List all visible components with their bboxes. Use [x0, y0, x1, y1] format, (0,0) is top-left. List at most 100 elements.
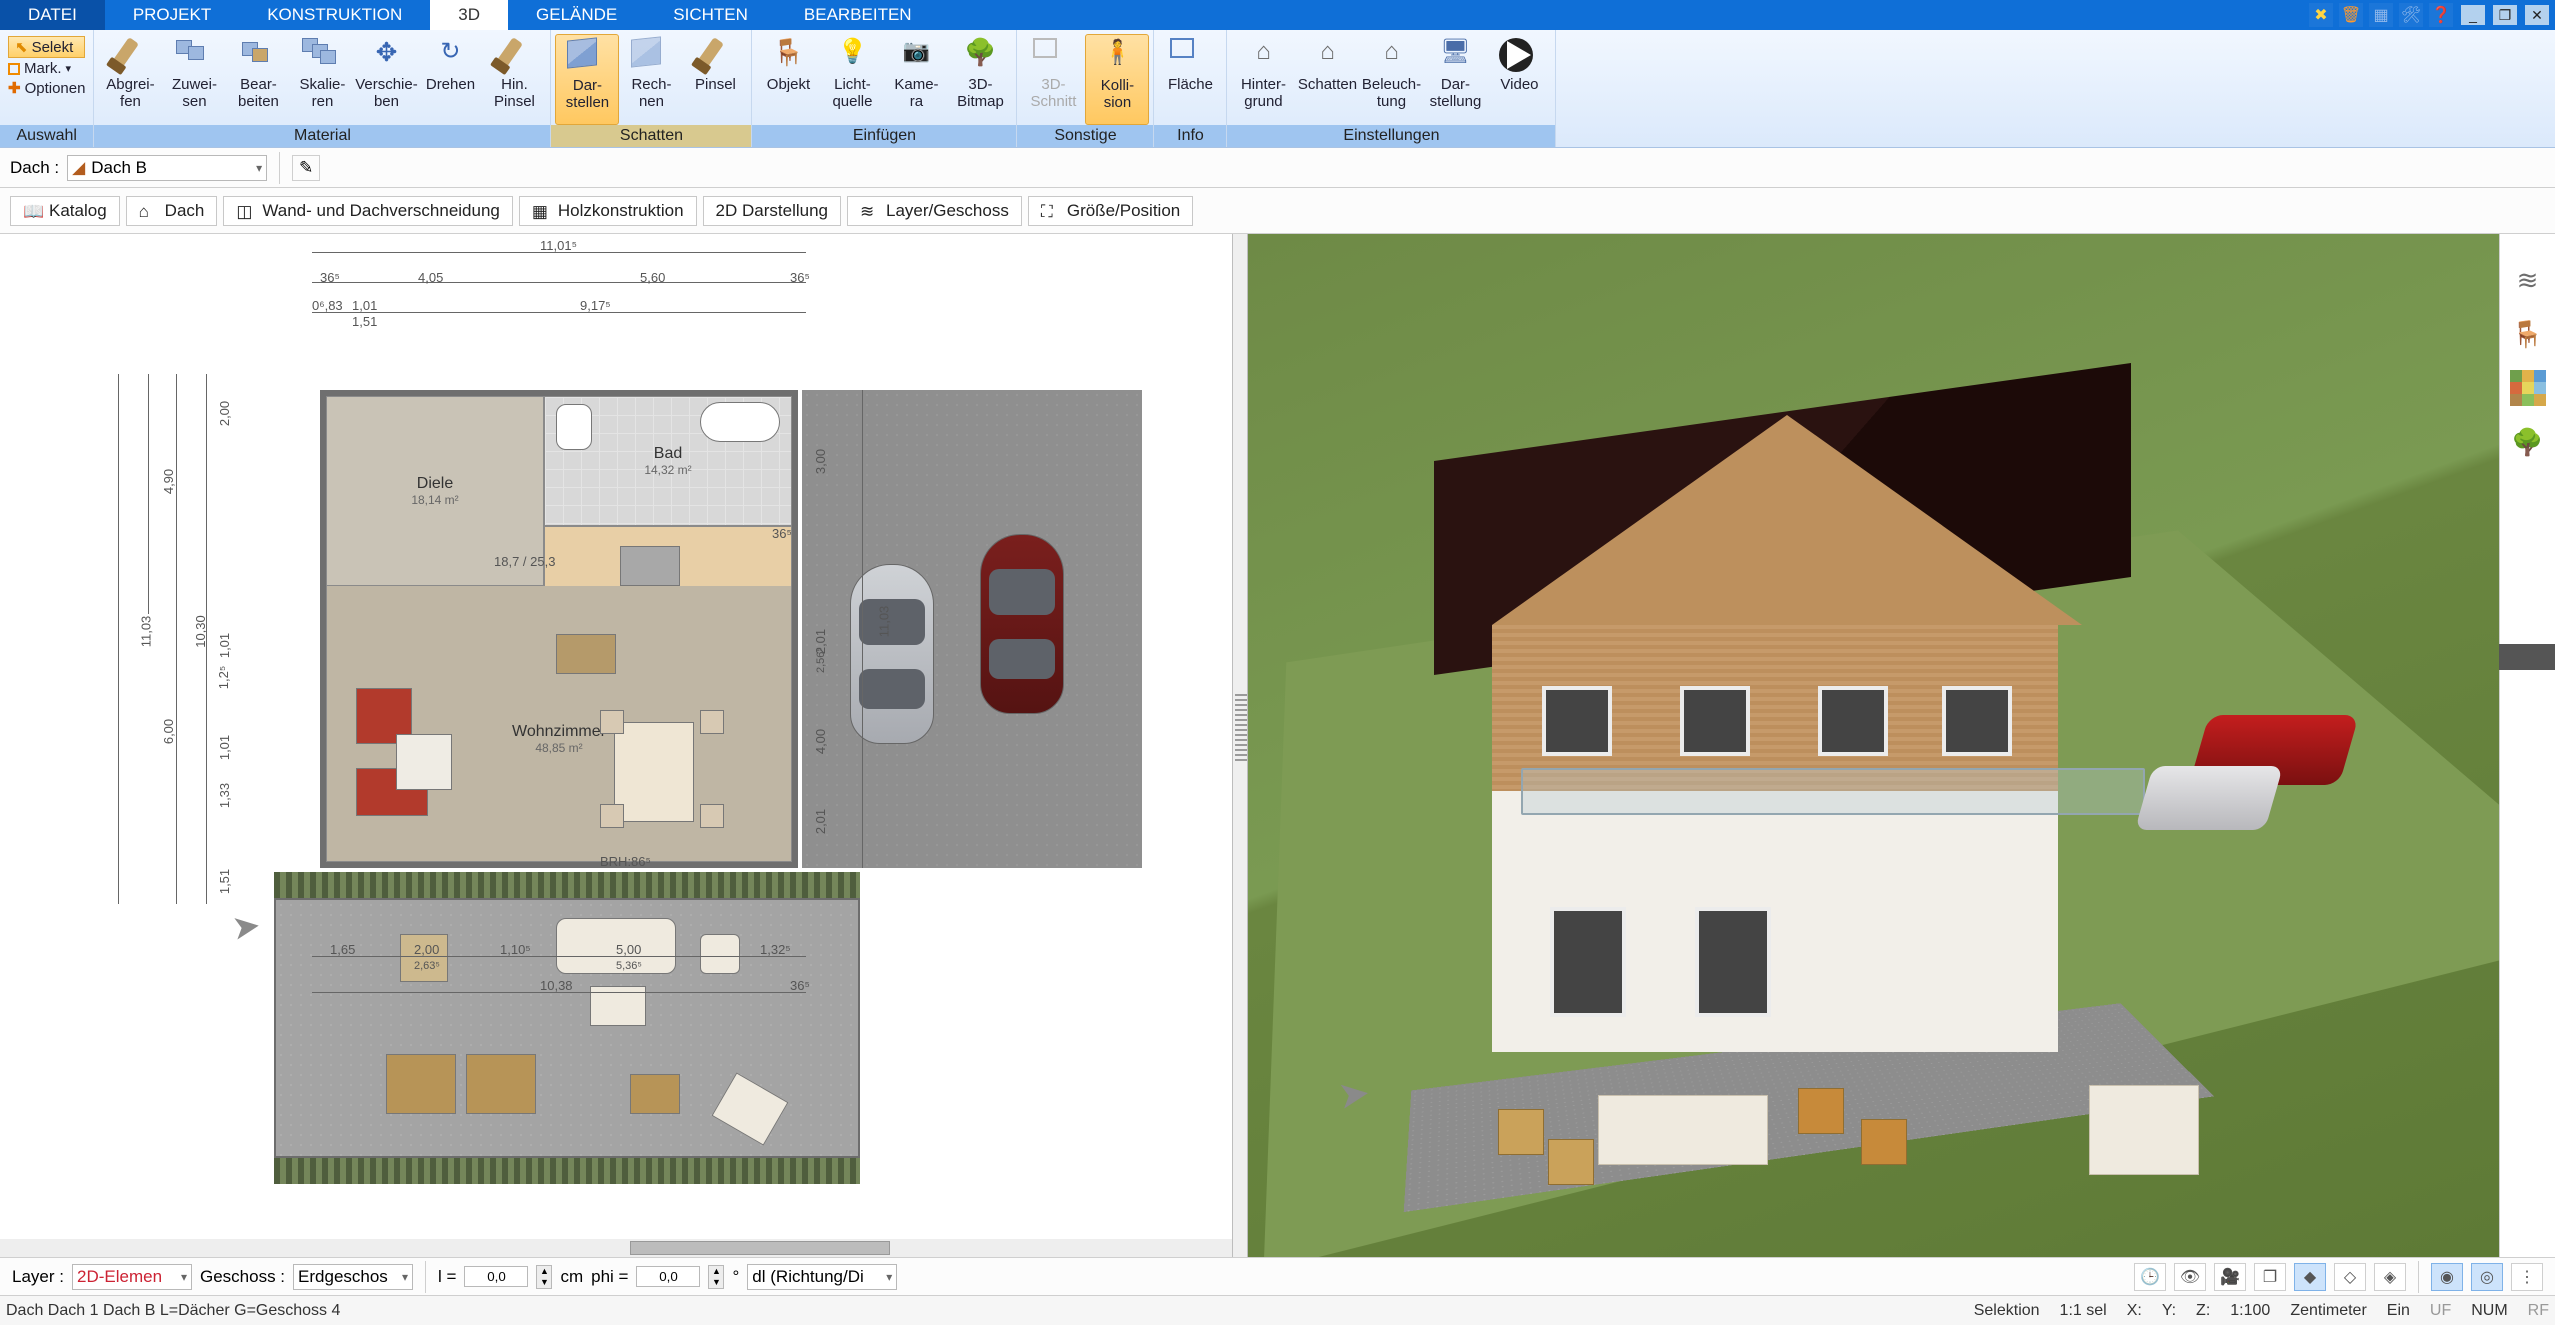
- wall-icon: ◫: [236, 202, 256, 220]
- phi-spin[interactable]: ▲▼: [708, 1265, 724, 1289]
- side-layers-icon[interactable]: ≋: [2510, 262, 2546, 298]
- menu-tab-sichten[interactable]: SICHTEN: [645, 0, 776, 30]
- car-silver: [2135, 766, 2283, 830]
- status-rf: RF: [2528, 1302, 2549, 1320]
- wood-icon: ▦: [532, 202, 552, 220]
- drehen-button[interactable]: ↻Drehen: [418, 34, 482, 125]
- hintergrund-button[interactable]: ⌂Hinter- grund: [1231, 34, 1295, 125]
- hin-pinsel-button[interactable]: Hin. Pinsel: [482, 34, 546, 125]
- select-label: Selekt: [32, 39, 74, 56]
- pb-circle2-icon[interactable]: ◎: [2471, 1263, 2503, 1291]
- pb-more-icon[interactable]: ⋮: [2511, 1263, 2543, 1291]
- l-input[interactable]: [464, 1266, 528, 1287]
- menu-tab-gelaende[interactable]: GELÄNDE: [508, 0, 645, 30]
- status-scale: 1:100: [2230, 1302, 2270, 1320]
- flaeche-button[interactable]: Fläche: [1158, 34, 1222, 125]
- status-x: X:: [2127, 1302, 2142, 1320]
- darstellung2d-button[interactable]: 2D Darstellung: [703, 196, 841, 226]
- pb-cam-icon[interactable]: 🎥: [2214, 1263, 2246, 1291]
- window-close[interactable]: ✕: [2525, 5, 2549, 25]
- dach-label: Dach :: [10, 158, 59, 178]
- 3d-view[interactable]: ➤: [1248, 234, 2499, 1257]
- menu-tab-bearbeiten[interactable]: BEARBEITEN: [776, 0, 940, 30]
- pb-eye-icon[interactable]: 👁: [2174, 1263, 2206, 1291]
- status-z: Z:: [2196, 1302, 2210, 1320]
- holz-button[interactable]: ▦Holzkonstruktion: [519, 196, 697, 226]
- group-einfuegen-label: Einfügen: [752, 125, 1016, 147]
- help-icon[interactable]: ❓: [2429, 3, 2453, 27]
- status-sel: 1:1 sel: [2060, 1302, 2107, 1320]
- kamera-button[interactable]: 📷Kame- ra: [884, 34, 948, 125]
- layer-button[interactable]: ≋Layer/Geschoss: [847, 196, 1022, 226]
- side-panel-handle[interactable]: [2499, 644, 2555, 670]
- abgreifen-button[interactable]: Abgrei- fen: [98, 34, 162, 125]
- dach-button[interactable]: ⌂Dach: [126, 196, 218, 226]
- compass-3d-icon: ➤: [1335, 1070, 1373, 1119]
- book-icon: 📖: [23, 202, 43, 220]
- group-schatten-label: Schatten: [551, 125, 751, 147]
- side-tree-icon[interactable]: 🌳: [2510, 424, 2546, 460]
- menu-tab-3d[interactable]: 3D: [430, 0, 508, 30]
- phi-input[interactable]: [636, 1266, 700, 1287]
- dach-value: Dach B: [91, 158, 147, 178]
- tool-icon-2[interactable]: 🗑: [2339, 3, 2363, 27]
- dach-combo[interactable]: ◢Dach B ▾: [67, 155, 267, 181]
- l-spin[interactable]: ▲▼: [536, 1265, 552, 1289]
- horizontal-scrollbar[interactable]: [0, 1239, 1232, 1257]
- menu-tab-konstruktion[interactable]: KONSTRUKTION: [239, 0, 430, 30]
- pb-mode1-icon[interactable]: ◆: [2294, 1263, 2326, 1291]
- darstellen-button[interactable]: Dar- stellen: [555, 34, 619, 125]
- lichtquelle-button[interactable]: 💡Licht- quelle: [820, 34, 884, 125]
- pb-mode3-icon[interactable]: ◈: [2374, 1263, 2406, 1291]
- tool-icon-3[interactable]: ▦: [2369, 3, 2393, 27]
- darstellung-button[interactable]: 🖥Dar- stellung: [1423, 34, 1487, 125]
- verschieben-button[interactable]: ✥Verschie- ben: [354, 34, 418, 125]
- katalog-button[interactable]: 📖Katalog: [10, 196, 120, 226]
- pb-mode2-icon[interactable]: ◇: [2334, 1263, 2366, 1291]
- wand-button[interactable]: ◫Wand- und Dachverschneidung: [223, 196, 513, 226]
- pencil-icon: ✎: [299, 158, 313, 178]
- bearbeiten-button[interactable]: Bear- beiten: [226, 34, 290, 125]
- status-unit: Zentimeter: [2290, 1302, 2366, 1320]
- groesse-button[interactable]: ⛶Größe/Position: [1028, 196, 1193, 226]
- zuweisen-button[interactable]: Zuwei- sen: [162, 34, 226, 125]
- optionen-button[interactable]: ✚Optionen: [8, 79, 85, 97]
- compass-icon: ➤: [229, 905, 263, 949]
- window-restore[interactable]: ❐: [2493, 5, 2517, 25]
- side-chair-icon[interactable]: 🪑: [2510, 316, 2546, 352]
- menu-tab-projekt[interactable]: PROJEKT: [105, 0, 239, 30]
- chevron-down-icon: ▾: [256, 161, 262, 175]
- skalieren-button[interactable]: Skalie- ren: [290, 34, 354, 125]
- kollision-button[interactable]: 🧍Kolli- sion: [1085, 34, 1149, 125]
- schatten-button[interactable]: ⌂Schatten: [1295, 34, 1359, 125]
- pinsel-button[interactable]: Pinsel: [683, 34, 747, 125]
- tool-icon-1[interactable]: ✖: [2309, 3, 2333, 27]
- l-label: l =: [438, 1267, 456, 1287]
- objekt-button[interactable]: 🪑Objekt: [756, 34, 820, 125]
- phi-label: phi =: [591, 1267, 628, 1287]
- side-swatch-icon[interactable]: [2510, 370, 2546, 406]
- menu-tab-datei[interactable]: DATEI: [0, 0, 105, 30]
- video-button[interactable]: Video: [1487, 34, 1551, 125]
- window-minimize[interactable]: _: [2461, 5, 2485, 25]
- layer-combo[interactable]: 2D-Elemen▾: [72, 1264, 192, 1290]
- pb-clock-icon[interactable]: 🕒: [2134, 1263, 2166, 1291]
- rechnen-button[interactable]: Rech- nen: [619, 34, 683, 125]
- pb-circle1-icon[interactable]: ◉: [2431, 1263, 2463, 1291]
- edit-button[interactable]: ✎: [292, 155, 320, 181]
- schnitt-button[interactable]: 3D- Schnitt: [1021, 34, 1085, 125]
- geschoss-combo[interactable]: Erdgeschos▾: [293, 1264, 413, 1290]
- roof-icon: ⌂: [139, 202, 159, 220]
- view-divider[interactable]: [1232, 234, 1248, 1257]
- plan-view[interactable]: 11,01⁵ 36⁵ 4,05 5,60 36⁵ 9,17⁵ 0⁶,83 1,0…: [0, 234, 1232, 1257]
- pb-copy-icon[interactable]: ❐: [2254, 1263, 2286, 1291]
- status-num: NUM: [2471, 1302, 2507, 1320]
- mark-button[interactable]: Mark.▾: [8, 60, 85, 77]
- l-unit: cm: [560, 1267, 583, 1287]
- beleuchtung-button[interactable]: ⌂Beleuch- tung: [1359, 34, 1423, 125]
- layers-icon: ≋: [860, 202, 880, 220]
- dl-combo[interactable]: dl (Richtung/Di▾: [747, 1264, 897, 1290]
- tool-icon-4[interactable]: 🛠: [2399, 3, 2423, 27]
- select-button[interactable]: ⬉Selekt: [8, 36, 85, 58]
- bitmap-button[interactable]: 🌳3D- Bitmap: [948, 34, 1012, 125]
